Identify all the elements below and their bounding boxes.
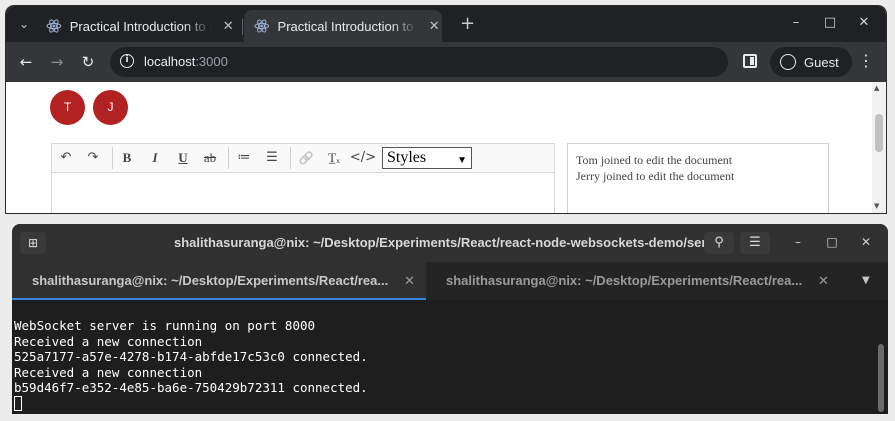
terminal-scrollbar[interactable] (878, 344, 884, 412)
terminal-tab-1[interactable]: shalithasuranga@nix: ~/Desktop/Experimen… (12, 262, 426, 300)
close-button[interactable]: ✕ (858, 235, 874, 249)
minimize-button[interactable]: – (790, 235, 806, 249)
terminal-tab-2[interactable]: shalithasuranga@nix: ~/Desktop/Experimen… (426, 262, 840, 300)
strikethrough-button[interactable]: ab (200, 150, 220, 166)
maximize-button[interactable]: □ (824, 235, 840, 249)
page-content: T J ↶ ↷ B I U ab ≔ ☰ 🔗 T̲ₓ </> Styles ▼ … (6, 82, 886, 213)
tab-strip: ⌄ Practical Introduction to React WebSoc… (6, 6, 886, 42)
close-icon[interactable]: ✕ (220, 18, 236, 34)
react-favicon-icon (46, 19, 62, 33)
terminal-cursor (14, 396, 22, 411)
terminal-tab-label: shalithasuranga@nix: ~/Desktop/Experimen… (446, 273, 803, 288)
close-icon[interactable]: ✕ (404, 262, 415, 300)
terminal-output[interactable]: WebSocket server is running on port 8000… (12, 300, 888, 414)
url-text: localhost:3000 (144, 54, 228, 69)
hamburger-menu-icon[interactable]: ☰ (740, 232, 770, 254)
maximize-button[interactable]: □ (820, 15, 840, 30)
back-arrow-icon[interactable]: ← (16, 52, 36, 72)
page-scrollbar[interactable]: ▲ ▼ (872, 82, 886, 213)
scroll-thumb[interactable] (875, 114, 883, 152)
output-line: WebSocket server is running on port 8000 (14, 318, 316, 333)
terminal-header: ⊞ shalithasuranga@nix: ~/Desktop/Experim… (12, 224, 888, 262)
styles-select[interactable]: Styles ▼ (382, 147, 472, 169)
terminal-tabs: shalithasuranga@nix: ~/Desktop/Experimen… (12, 262, 888, 300)
output-line: Received a new connection (14, 365, 203, 380)
toolbar-divider (228, 147, 229, 169)
scroll-up-icon[interactable]: ▲ (874, 84, 879, 92)
side-panel-icon[interactable] (743, 54, 757, 68)
ordered-list-icon[interactable]: ≔ (235, 150, 253, 166)
avatar: J (93, 90, 128, 125)
bullet-list-icon[interactable]: ☰ (263, 150, 281, 166)
output-line: 525a7177-a57e-4278-b174-abfde17c53c0 con… (14, 349, 368, 364)
search-icon[interactable]: ⚲ (704, 232, 734, 254)
log-entry: Jerry joined to edit the document (576, 169, 735, 183)
reload-icon[interactable]: ↻ (78, 52, 98, 72)
new-tab-button[interactable]: + (460, 14, 475, 34)
browser-toolbar: ← → ↻ i localhost:3000 Guest ⋮ (6, 42, 886, 82)
scroll-down-icon[interactable]: ▼ (874, 202, 879, 210)
terminal-window: ⊞ shalithasuranga@nix: ~/Desktop/Experim… (12, 224, 888, 414)
close-button[interactable]: ✕ (854, 15, 874, 30)
editor-toolbar: ↶ ↷ B I U ab ≔ ☰ 🔗 T̲ₓ </> Styles ▼ (52, 144, 554, 173)
tab-title: Practical Introduction to React WebSocke… (69, 18, 213, 34)
profile-icon (780, 54, 796, 70)
tab-title: Practical Introduction to React WebSocke… (277, 18, 419, 34)
link-icon[interactable]: 🔗 (297, 150, 315, 166)
underline-button[interactable]: U (175, 150, 191, 166)
redo-button[interactable]: ↷ (85, 150, 101, 166)
address-bar[interactable]: i localhost:3000 (110, 47, 728, 77)
info-icon[interactable]: i (120, 54, 134, 68)
output-line: Received a new connection (14, 334, 203, 349)
toolbar-divider (112, 147, 113, 169)
code-icon[interactable]: </> (349, 150, 377, 166)
minimize-button[interactable]: – (786, 15, 806, 30)
output-line: b59d46f7-e352-4e85-ba6e-750429b72311 con… (14, 380, 368, 395)
react-favicon-icon (254, 19, 270, 33)
profile-button[interactable]: Guest (770, 47, 852, 77)
clear-format-icon[interactable]: T̲ₓ (325, 150, 343, 166)
close-icon[interactable]: ✕ (818, 262, 829, 300)
toolbar-divider (290, 147, 291, 169)
undo-button[interactable]: ↶ (58, 150, 74, 166)
kebab-menu-icon[interactable]: ⋮ (858, 51, 874, 71)
bold-button[interactable]: B (119, 150, 135, 166)
profile-label: Guest (804, 54, 839, 70)
log-entry: Tom joined to edit the document (576, 153, 733, 167)
forward-arrow-icon[interactable]: → (47, 52, 67, 72)
tab-divider (242, 19, 243, 35)
browser-tab-2[interactable]: Practical Introduction to React WebSocke… (244, 10, 442, 42)
chevron-down-icon: ▼ (457, 155, 467, 166)
avatar: T (50, 90, 85, 125)
chevron-down-icon[interactable]: ▼ (862, 275, 870, 286)
terminal-tab-label: shalithasuranga@nix: ~/Desktop/Experimen… (32, 273, 389, 288)
close-icon[interactable]: ✕ (426, 18, 442, 34)
rich-text-editor: ↶ ↷ B I U ab ≔ ☰ 🔗 T̲ₓ </> Styles ▼ (51, 143, 555, 213)
browser-window: ⌄ Practical Introduction to React WebSoc… (6, 6, 886, 213)
activity-log: Tom joined to edit the document Jerry jo… (567, 143, 829, 213)
browser-tab-1[interactable]: Practical Introduction to React WebSocke… (46, 10, 236, 42)
italic-button[interactable]: I (147, 150, 163, 166)
tab-search-icon[interactable]: ⌄ (14, 14, 34, 34)
